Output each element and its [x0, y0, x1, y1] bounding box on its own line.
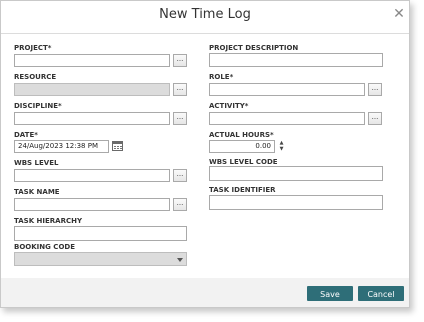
role-field[interactable]	[209, 83, 365, 96]
dialog-title: New Time Log	[159, 7, 251, 22]
task-name-field[interactable]	[14, 198, 170, 211]
task-hierarchy-field[interactable]	[14, 226, 187, 241]
resource-label: RESOURCE	[14, 73, 57, 81]
task-hierarchy-label: TASK HIERARCHY	[14, 217, 83, 225]
dialog-titlebar: New Time Log ✕	[1, 1, 409, 34]
booking-code-label: BOOKING CODE	[14, 243, 75, 251]
role-label: ROLE*	[209, 73, 234, 81]
save-button[interactable]: Save	[307, 286, 353, 301]
activity-field[interactable]	[209, 112, 365, 125]
resource-picker-button[interactable]: ...	[173, 83, 187, 96]
close-icon[interactable]: ✕	[392, 7, 406, 21]
dialog-body: PROJECT* ... RESOURCE ... DISCIPLINE* ..…	[1, 34, 409, 278]
wbs-level-code-field[interactable]	[209, 166, 383, 181]
activity-label: ACTIVITY*	[209, 102, 249, 110]
project-description-label: PROJECT DESCRIPTION	[209, 44, 299, 52]
date-label: DATE*	[14, 131, 38, 139]
wbs-level-field[interactable]	[14, 169, 170, 182]
wbs-level-label: WBS LEVEL	[14, 159, 59, 167]
calendar-icon[interactable]	[112, 141, 123, 151]
cancel-button[interactable]: Cancel	[358, 286, 404, 301]
project-picker-button[interactable]: ...	[173, 54, 187, 67]
actual-hours-field[interactable]: 0.00	[209, 140, 275, 153]
chevron-down-icon[interactable]	[177, 258, 183, 262]
resource-field	[14, 83, 170, 96]
new-time-log-dialog: New Time Log ✕ PROJECT* ... RESOURCE ...…	[0, 0, 410, 308]
discipline-field[interactable]	[14, 112, 170, 125]
hours-spinner[interactable]: ▲ ▼	[277, 140, 286, 153]
task-identifier-label: TASK IDENTIFIER	[209, 186, 276, 194]
booking-code-select[interactable]	[14, 252, 187, 266]
activity-picker-button[interactable]: ...	[368, 112, 382, 125]
project-description-field[interactable]	[209, 53, 383, 67]
task-identifier-field[interactable]	[209, 195, 383, 210]
spin-down-icon[interactable]: ▼	[277, 146, 286, 152]
discipline-label: DISCIPLINE*	[14, 102, 62, 110]
discipline-picker-button[interactable]: ...	[173, 112, 187, 125]
dialog-footer: Save Cancel	[1, 278, 409, 307]
date-field[interactable]: 24/Aug/2023 12:38 PM	[14, 140, 109, 153]
project-label: PROJECT*	[14, 44, 52, 52]
actual-hours-label: ACTUAL HOURS*	[209, 131, 274, 139]
wbs-level-picker-button[interactable]: ...	[173, 169, 187, 182]
task-name-picker-button[interactable]: ...	[173, 198, 187, 211]
task-name-label: TASK NAME	[14, 188, 60, 196]
wbs-level-code-label: WBS LEVEL CODE	[209, 158, 278, 166]
role-picker-button[interactable]: ...	[368, 83, 382, 96]
project-field[interactable]	[14, 54, 170, 67]
